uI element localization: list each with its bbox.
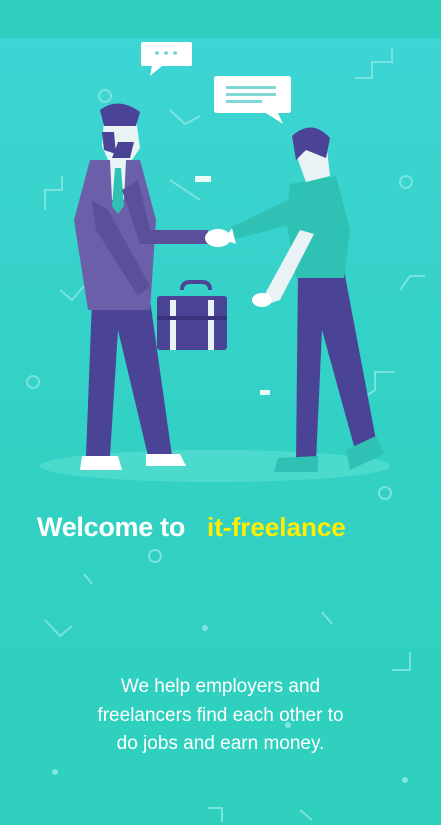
description: We help employers and freelancers find e…: [40, 673, 401, 759]
welcome-text: Welcome to: [37, 511, 186, 542]
briefcase-icon: [157, 280, 227, 350]
description-line: do jobs and earn money.: [116, 733, 325, 754]
description-line: freelancers find each other to: [97, 704, 344, 726]
description-line: We help employers and: [120, 676, 321, 697]
top-bar: [0, 0, 441, 38]
brand-name: it-freelance: [207, 511, 346, 542]
freelancer-figure: [224, 127, 384, 472]
handshake-illustration: [26, 42, 425, 500]
speech-bubble-icon: [141, 42, 192, 76]
chat-bubble-icon: [214, 76, 291, 124]
